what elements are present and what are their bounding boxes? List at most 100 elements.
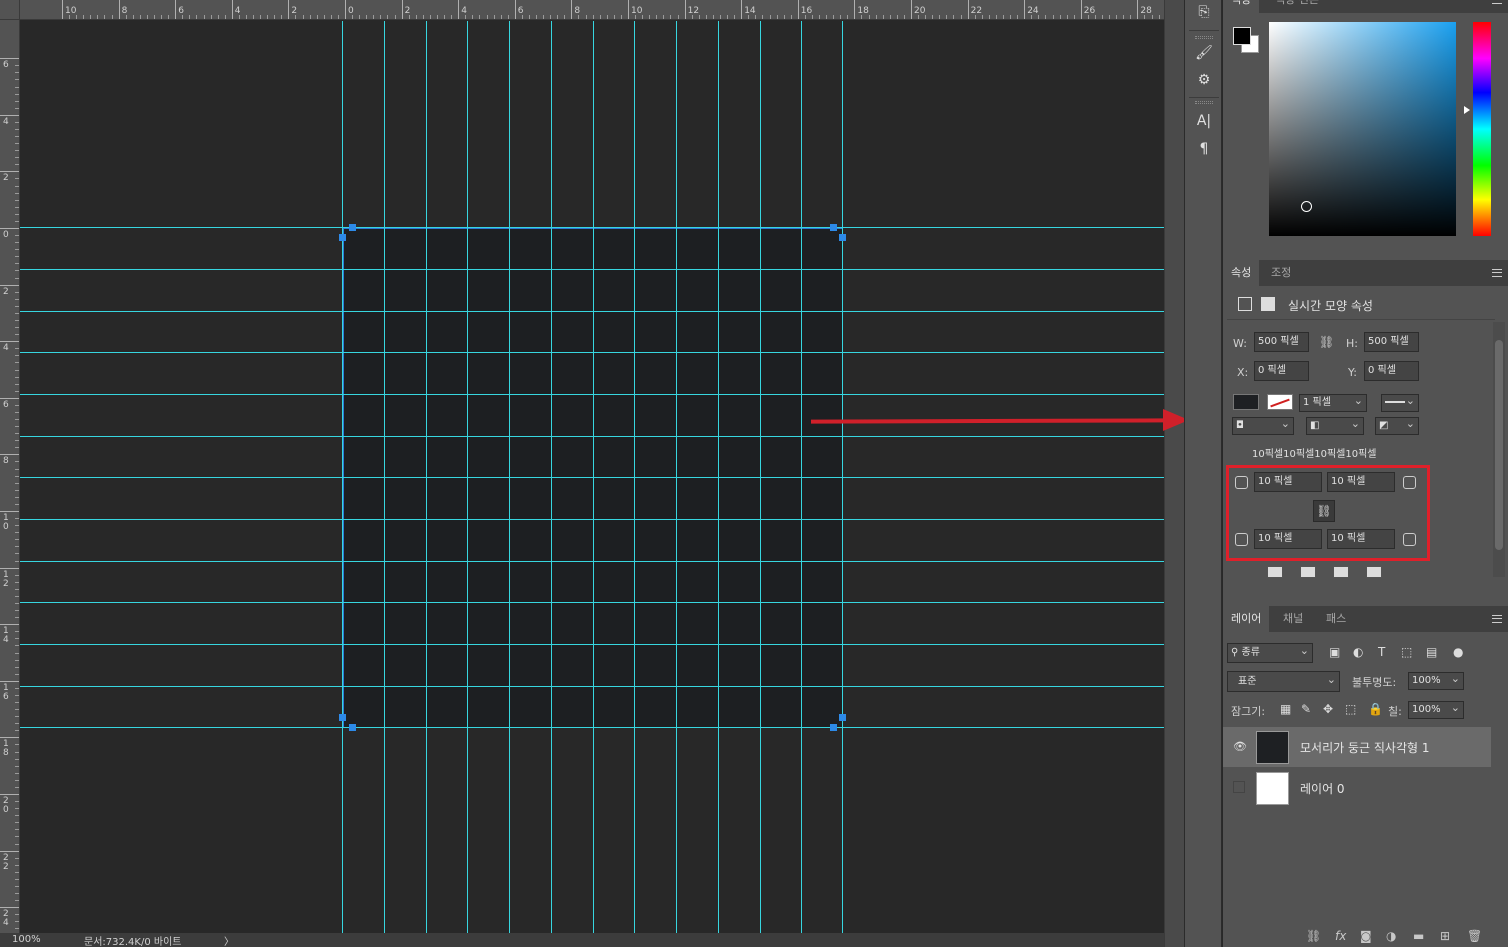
document-canvas[interactable] — [20, 21, 1164, 933]
stroke-cap-dropdown[interactable]: ◧ — [1306, 416, 1364, 435]
layer-row-layer0[interactable]: 레이어 0 — [1223, 768, 1491, 808]
lock-position-icon[interactable]: ✥ — [1323, 702, 1333, 716]
lock-artboard-icon[interactable]: ⬚ — [1345, 702, 1356, 716]
type-filter-icon[interactable]: T — [1378, 645, 1385, 659]
ruler-minor-tick — [15, 574, 19, 576]
horizontal-guide[interactable] — [20, 727, 1164, 728]
properties-scrollbar[interactable] — [1493, 322, 1505, 577]
tab-layers[interactable]: 레이어 — [1223, 606, 1270, 632]
layer-name[interactable]: 모서리가 둥근 직사각형 1 — [1300, 739, 1429, 756]
layer-row-rounded-rect[interactable]: 👁 모서리가 둥근 직사각형 1 — [1223, 727, 1491, 767]
tab-swatches[interactable]: 색상 견본 — [1267, 0, 1327, 13]
hue-slider[interactable] — [1473, 22, 1491, 236]
layer-filter-dropdown[interactable]: ⚲ 종류 — [1227, 642, 1313, 663]
layer-name[interactable]: 레이어 0 — [1300, 780, 1345, 797]
smartobject-filter-icon[interactable]: ▤ — [1426, 645, 1437, 659]
ruler-minor-tick — [15, 256, 19, 258]
paragraph-icon[interactable]: ¶ — [1194, 139, 1214, 159]
horizontal-guide[interactable] — [20, 352, 1164, 353]
character-icon[interactable]: A| — [1194, 111, 1214, 131]
horizontal-guide[interactable] — [20, 269, 1164, 270]
history-icon[interactable]: ⎘ — [1194, 2, 1214, 22]
horizontal-guide[interactable] — [20, 477, 1164, 478]
vertical-ruler[interactable]: 6 4 2 0 2 4 6 8 10 12 14 16 18 20 22 24 — [0, 20, 20, 933]
pixel-filter-icon[interactable]: ▣ — [1329, 645, 1340, 659]
foreground-color-swatch[interactable] — [1233, 27, 1251, 45]
horizontal-guide[interactable] — [20, 519, 1164, 520]
stroke-type-dropdown[interactable] — [1381, 393, 1419, 412]
stroke-align-dropdown[interactable]: ◘ — [1232, 416, 1294, 435]
adjustments-icon[interactable]: ⚙ — [1194, 70, 1214, 90]
corner-handle[interactable] — [339, 234, 346, 241]
link-dimensions-icon[interactable]: ⛓ — [1319, 335, 1334, 349]
panel-menu-icon[interactable] — [1492, 269, 1502, 277]
corner-handle[interactable] — [830, 724, 837, 731]
fx-icon[interactable]: fx — [1335, 929, 1346, 943]
lock-pixels-icon[interactable]: ✎ — [1301, 702, 1311, 716]
link-layers-icon[interactable]: ⛓ — [1306, 929, 1321, 943]
color-picker-cursor[interactable] — [1301, 201, 1312, 212]
tab-channels[interactable]: 채널 — [1275, 606, 1311, 632]
new-group-icon[interactable]: ▬ — [1413, 929, 1424, 943]
panel-menu-icon[interactable] — [1492, 615, 1502, 623]
tab-adjustments[interactable]: 조정 — [1263, 260, 1299, 286]
filter-toggle-icon[interactable]: ● — [1453, 645, 1463, 659]
adjustment-filter-icon[interactable]: ◐ — [1353, 645, 1363, 659]
horizontal-guide[interactable] — [20, 686, 1164, 687]
horizontal-guide[interactable] — [20, 227, 1164, 228]
visibility-empty-icon[interactable] — [1233, 781, 1245, 793]
status-menu-arrow-icon[interactable]: 〉 — [224, 933, 234, 947]
panel-menu-icon[interactable] — [1492, 0, 1502, 4]
fill-color-swatch[interactable] — [1233, 394, 1259, 410]
horizontal-guide[interactable] — [20, 644, 1164, 645]
path-exclude-icon[interactable] — [1366, 566, 1382, 578]
path-subtract-icon[interactable] — [1300, 566, 1316, 578]
corner-handle[interactable] — [839, 234, 846, 241]
horizontal-guide[interactable] — [20, 436, 1164, 437]
stroke-width-dropdown[interactable]: 1 픽셀 — [1299, 393, 1367, 412]
shape-filter-icon[interactable]: ⬚ — [1401, 645, 1412, 659]
new-layer-icon[interactable]: ⊞ — [1440, 929, 1450, 943]
opacity-field[interactable]: 100% — [1408, 671, 1464, 690]
horizontal-ruler[interactable]: 10 8 6 4 2 0 2 4 6 8 10 12 14 16 18 20 22 24 26 28 — [0, 0, 1164, 20]
tab-color[interactable]: 색상 — [1223, 0, 1260, 13]
blend-mode-dropdown[interactable]: 표준 — [1227, 670, 1340, 692]
fill-field[interactable]: 100% — [1408, 700, 1464, 719]
corner-handle[interactable] — [349, 224, 356, 231]
horizontal-guide[interactable] — [20, 394, 1164, 395]
visibility-eye-icon[interactable]: 👁 — [1233, 740, 1247, 753]
horizontal-guide[interactable] — [20, 311, 1164, 312]
color-saturation-field[interactable] — [1269, 22, 1456, 236]
tab-properties[interactable]: 속성 — [1223, 260, 1260, 286]
stroke-color-swatch[interactable] — [1267, 394, 1293, 410]
ruler-minor-tick — [15, 602, 19, 604]
y-field[interactable]: 0 픽셀 — [1364, 361, 1419, 381]
new-adjustment-icon[interactable]: ◑ — [1386, 929, 1396, 943]
brush-settings-icon[interactable]: 🖌 — [1194, 43, 1214, 63]
stroke-corner-dropdown[interactable]: ◩ — [1375, 416, 1419, 435]
corner-handle[interactable] — [339, 714, 346, 721]
ruler-minor-tick — [15, 503, 19, 505]
width-field[interactable]: 500 픽셀 — [1254, 332, 1309, 352]
horizontal-guide[interactable] — [20, 561, 1164, 562]
lock-all-icon[interactable]: 🔒 — [1368, 702, 1383, 716]
canvas-vertical-scrollbar[interactable] — [1164, 0, 1184, 947]
lock-transparency-icon[interactable]: ▦ — [1280, 702, 1291, 716]
zoom-level[interactable]: 100% — [12, 934, 41, 945]
corner-handle[interactable] — [839, 714, 846, 721]
ruler-minor-tick — [15, 447, 19, 449]
height-field[interactable]: 500 픽셀 — [1364, 332, 1419, 352]
corner-handle[interactable] — [349, 724, 356, 731]
grip-handle[interactable] — [1195, 101, 1213, 104]
path-intersect-icon[interactable] — [1333, 566, 1349, 578]
trash-icon[interactable]: 🗑 — [1467, 929, 1482, 943]
corner-handle[interactable] — [830, 224, 837, 231]
hue-marker-icon[interactable] — [1464, 106, 1470, 114]
add-mask-icon[interactable]: ◙ — [1360, 929, 1372, 943]
scrollbar-thumb[interactable] — [1495, 340, 1503, 550]
path-combine-icon[interactable] — [1267, 566, 1283, 578]
tab-paths[interactable]: 패스 — [1318, 606, 1354, 632]
horizontal-guide[interactable] — [20, 602, 1164, 603]
grip-handle[interactable] — [1195, 36, 1213, 39]
x-field[interactable]: 0 픽셀 — [1254, 361, 1309, 381]
